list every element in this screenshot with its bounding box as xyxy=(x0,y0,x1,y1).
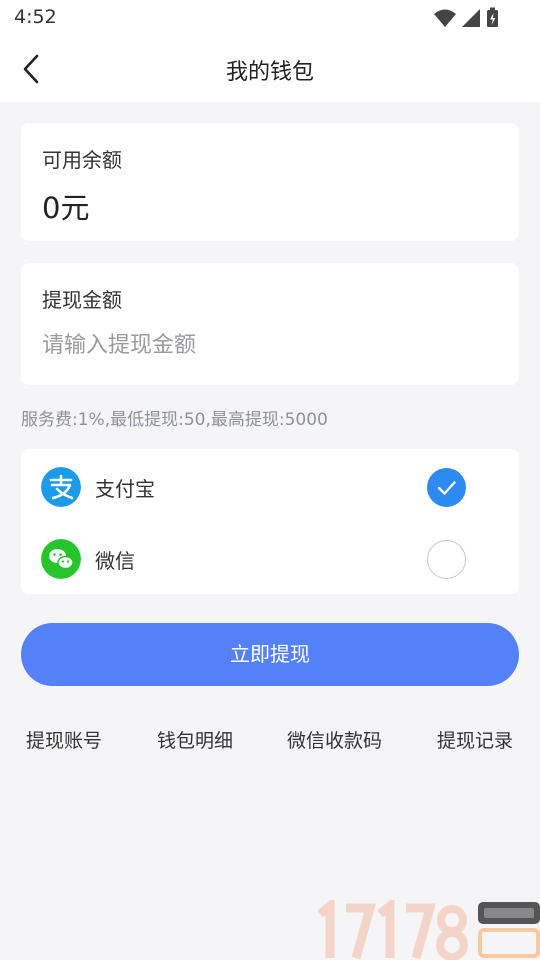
payment-method-card: 支付宝 微信 xyxy=(21,449,519,594)
balance-card: 可用余额 0元 xyxy=(21,123,519,241)
status-icons xyxy=(434,7,498,27)
app-header: 我的钱包 xyxy=(0,36,540,102)
check-icon xyxy=(437,481,456,495)
withdraw-amount-card: 提现金额 xyxy=(21,263,519,385)
page-title: 我的钱包 xyxy=(225,60,314,85)
wechat-label: 微信 xyxy=(95,549,135,573)
wechat-radio[interactable] xyxy=(427,540,466,579)
wechat-icon xyxy=(41,539,81,579)
signal-icon xyxy=(462,9,480,27)
battery-icon xyxy=(487,7,498,27)
fee-note: 服务费:1%,最低提现:50,最高提现:5000 xyxy=(21,410,328,430)
payment-method-wechat[interactable]: 微信 xyxy=(21,523,519,593)
wifi-icon xyxy=(434,9,456,27)
watermark-logo xyxy=(318,900,540,960)
link-wechat-payment-code[interactable]: 微信收款码 xyxy=(287,726,382,753)
balance-label: 可用余额 xyxy=(42,148,122,172)
withdraw-now-button[interactable]: 立即提现 xyxy=(21,623,519,686)
withdraw-amount-input[interactable] xyxy=(42,325,492,365)
status-time: 4:52 xyxy=(14,6,57,28)
status-bar: 4:52 xyxy=(0,0,540,36)
alipay-radio[interactable] xyxy=(427,468,466,507)
alipay-label: 支付宝 xyxy=(95,477,155,501)
link-wallet-details[interactable]: 钱包明细 xyxy=(157,726,233,753)
bottom-links: 提现账号 钱包明细 微信收款码 提现记录 xyxy=(0,726,540,756)
alipay-icon xyxy=(41,467,81,507)
link-withdraw-records[interactable]: 提现记录 xyxy=(437,726,513,753)
payment-method-alipay[interactable]: 支付宝 xyxy=(21,451,519,521)
link-withdraw-account[interactable]: 提现账号 xyxy=(26,726,102,753)
balance-value: 0元 xyxy=(42,191,90,225)
withdraw-amount-label: 提现金额 xyxy=(42,288,122,312)
